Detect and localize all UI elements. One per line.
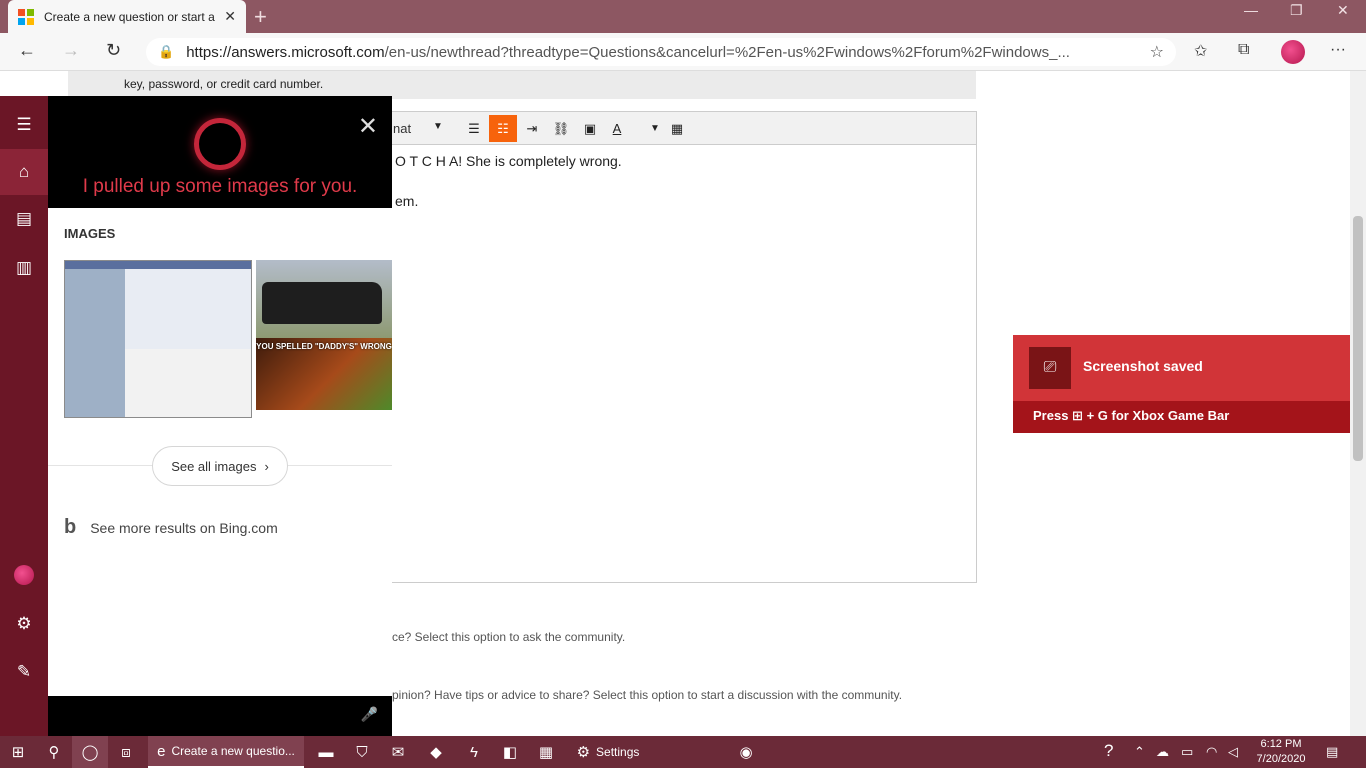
bulleted-list-icon[interactable]: ☰ (460, 115, 488, 142)
indent-icon[interactable]: ⇥ (518, 115, 546, 142)
notifications-icon[interactable]: ▤ (1326, 744, 1338, 760)
edge-icon: e (157, 742, 166, 760)
windows-key-icon: ⊞ (1072, 408, 1083, 423)
image-result-1[interactable] (64, 260, 252, 418)
cortana-close-icon[interactable]: ✕ (358, 112, 378, 141)
cortana-panel: ✕ I pulled up some images for you. IMAGE… (48, 96, 392, 736)
scrollbar-thumb[interactable] (1353, 216, 1363, 461)
images-section-title: IMAGES (64, 226, 116, 241)
tab-active[interactable]: Create a new question or start a ✕ (8, 0, 246, 33)
chevron-right-icon: › (264, 458, 269, 474)
microphone-icon[interactable]: 🎤 (361, 706, 378, 723)
devices-icon[interactable]: ▥ (0, 245, 48, 291)
lock-icon: 🔒 (158, 44, 175, 59)
edge-taskbar-button[interactable]: e Create a new questio... (148, 736, 304, 768)
feedback-icon[interactable]: ✎ (0, 649, 48, 695)
cortana-message: I pulled up some images for you. (82, 176, 358, 197)
discord-icon[interactable]: ◉ (728, 736, 764, 768)
toast-title: Screenshot saved (1083, 358, 1203, 374)
favorites-icon[interactable]: ✩ (1194, 41, 1207, 61)
url-text: https://answers.microsoft.com/en-us/newt… (186, 43, 1070, 61)
bing-logo-icon: b (64, 516, 77, 538)
image-result-2[interactable]: YOU SPELLED "DADDY'S" WRONG (256, 260, 392, 410)
toast-hint: Press ⊞ + G for Xbox Game Bar (1013, 401, 1350, 433)
home-icon[interactable]: ⌂ (0, 149, 48, 195)
search-icon[interactable]: ⚲ (36, 736, 72, 768)
help-icon[interactable]: ? (1104, 741, 1113, 761)
link-icon[interactable]: ⛓ (547, 115, 575, 142)
file-explorer-icon[interactable]: ▬ (308, 736, 344, 768)
numbered-list-icon[interactable]: ☷ (489, 115, 517, 142)
bing-link[interactable]: b See more results on Bing.com (64, 516, 278, 539)
screenshot-icon: ⎚ (1029, 347, 1071, 389)
clock[interactable]: 6:12 PM 7/20/2020 (1248, 737, 1314, 767)
forward-arrow-icon[interactable]: → (62, 40, 80, 61)
cortana-ring-icon (194, 118, 246, 170)
wifi-icon[interactable]: ◠ (1206, 744, 1217, 760)
dropbox-icon[interactable]: ◆ (416, 736, 456, 768)
mail-icon[interactable]: ✉ (380, 736, 416, 768)
favorite-star-icon[interactable]: ☆ (1150, 42, 1164, 62)
chevron-up-icon[interactable]: ⌃ (1134, 744, 1145, 760)
refresh-icon[interactable]: ↻ (106, 40, 121, 61)
user-avatar[interactable] (0, 552, 48, 598)
screenshot-toast[interactable]: ⎚ Screenshot saved Press ⊞ + G for Xbox … (1013, 335, 1350, 433)
image-caption: YOU SPELLED "DADDY'S" WRONG (256, 342, 392, 351)
settings-taskbar-button[interactable]: ⚙ Settings (566, 736, 650, 768)
volume-icon[interactable]: ◁ (1228, 744, 1238, 760)
cortana-sidebar: ☰ ⌂ ▤ ▥ ⚙ ✎ (0, 96, 48, 736)
task-view-icon[interactable]: ⧈ (108, 736, 144, 768)
restore-icon[interactable]: ❐ (1290, 2, 1303, 19)
more-menu-icon[interactable]: ··· (1330, 41, 1346, 59)
back-arrow-icon[interactable]: ← (18, 40, 36, 61)
new-tab-button[interactable]: + (254, 4, 267, 30)
editor-text-line-2[interactable]: em. (395, 193, 418, 209)
hamburger-menu-icon[interactable]: ☰ (0, 102, 48, 148)
cortana-footer: 🎤 (48, 696, 392, 736)
profile-avatar[interactable] (1281, 40, 1305, 64)
taskbar: ⊞ ⚲ ◯ ⧈ e Create a new questio... ▬ ⛉ ✉ … (0, 736, 1366, 768)
collections-icon[interactable]: ⧉ (1238, 41, 1249, 59)
minimize-icon[interactable]: — (1244, 2, 1258, 18)
cortana-header: ✕ I pulled up some images for you. (48, 96, 392, 208)
settings-gear-icon[interactable]: ⚙ (0, 601, 48, 647)
microsoft-logo-icon (18, 8, 34, 25)
onedrive-icon[interactable]: ☁ (1156, 744, 1169, 760)
font-color-icon[interactable]: A (603, 115, 631, 142)
address-bar-row: ← → ↻ 🔒 https://answers.microsoft.com/en… (0, 33, 1366, 71)
editor-text-line-1[interactable]: O T C H A! She is completely wrong. (395, 153, 622, 169)
store-icon[interactable]: ⛉ (344, 736, 380, 768)
bolt-app-icon[interactable]: ϟ (456, 736, 492, 768)
cortana-icon[interactable]: ◯ (72, 736, 108, 768)
image-icon[interactable]: ▣ (576, 115, 604, 142)
battery-icon[interactable]: ▭ (1181, 744, 1193, 760)
see-all-images-button[interactable]: See all images › (152, 446, 288, 486)
calendar-icon[interactable]: ▦ (528, 736, 564, 768)
question-option-text: ce? Select this option to ask the commun… (392, 630, 626, 644)
office-icon[interactable]: ◧ (492, 736, 528, 768)
tab-strip: Create a new question or start a ✕ + — ❐… (0, 0, 1366, 33)
discussion-option-text: pinion? Have tips or advice to share? Se… (392, 688, 903, 702)
format-caret-icon[interactable]: ▼ (433, 121, 443, 132)
window-close-icon[interactable]: ✕ (1337, 2, 1349, 19)
start-button[interactable]: ⊞ (0, 736, 36, 768)
tab-close-icon[interactable]: ✕ (224, 8, 236, 25)
format-dropdown[interactable]: nat (393, 121, 411, 136)
table-icon[interactable]: ▦ (663, 115, 691, 142)
notebook-icon[interactable]: ▤ (0, 196, 48, 242)
url-input[interactable]: 🔒 https://answers.microsoft.com/en-us/ne… (146, 38, 1176, 66)
tab-title: Create a new question or start a (44, 9, 215, 24)
settings-icon: ⚙ (576, 744, 591, 761)
page-scrollbar[interactable] (1350, 71, 1366, 736)
privacy-notice: key, password, or credit card number. (68, 71, 976, 99)
